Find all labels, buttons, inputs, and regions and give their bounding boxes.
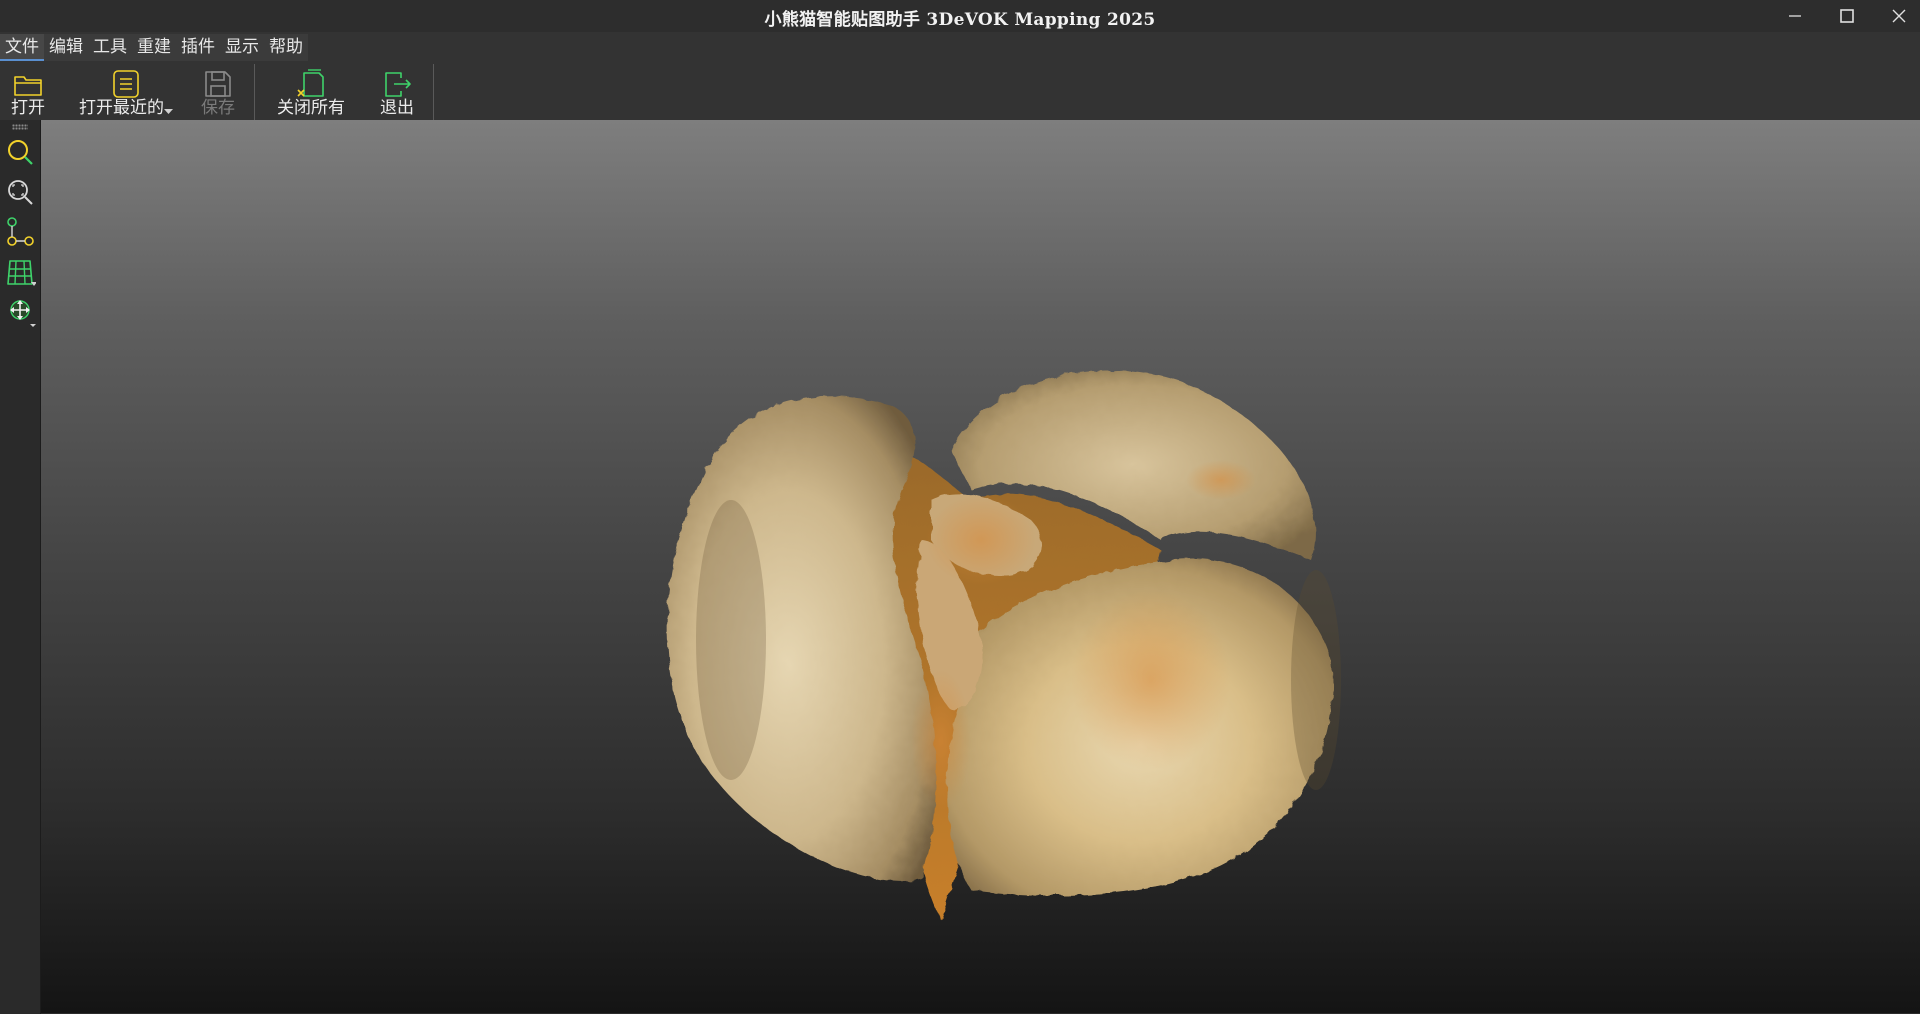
minimize-button[interactable]	[1770, 0, 1820, 32]
maximize-icon	[1840, 9, 1854, 23]
maximize-button[interactable]	[1822, 0, 1872, 32]
point-connect-button[interactable]	[2, 214, 38, 250]
close-all-button[interactable]: 关闭所有	[270, 62, 352, 120]
open-recent-label: 打开最近的	[74, 93, 178, 118]
zoom-fit-button[interactable]	[2, 174, 38, 210]
menu-rebuild[interactable]: 重建	[132, 34, 176, 61]
title-bar: 小熊猫智能贴图助手 3DeVOK Mapping 2025	[0, 0, 1920, 32]
mesh-grid-button[interactable]	[2, 254, 38, 290]
3d-viewport[interactable]	[41, 120, 1920, 1013]
menu-help[interactable]: 帮助	[264, 34, 308, 61]
close-all-label: 关闭所有	[277, 98, 345, 118]
mesh-grid-icon	[7, 260, 36, 286]
menu-file[interactable]: 文件	[0, 34, 44, 61]
zoom-icon	[8, 140, 33, 165]
open-label: 打开	[11, 98, 45, 118]
dropdown-arrow-icon	[164, 109, 173, 114]
open-recent-text: 打开最近的	[79, 98, 164, 118]
toolbar-grip[interactable]	[12, 124, 28, 130]
menu-tools[interactable]: 工具	[88, 34, 132, 61]
close-icon	[1892, 9, 1906, 23]
save-label: 保存	[201, 98, 235, 118]
toolbar-divider	[433, 64, 434, 120]
save-button[interactable]: 保存	[196, 62, 240, 120]
menu-display[interactable]: 显示	[220, 34, 264, 61]
textured-3d-model[interactable]	[41, 120, 1920, 1013]
close-button[interactable]	[1874, 0, 1920, 32]
menu-bar: 文件 编辑 工具 重建 插件 显示 帮助	[0, 32, 1920, 62]
window-title: 小熊猫智能贴图助手 3DeVOK Mapping 2025	[764, 10, 1156, 30]
toolbar-divider	[254, 64, 255, 120]
move-tool-button[interactable]	[2, 294, 38, 330]
left-tool-strip	[0, 120, 41, 1014]
open-button[interactable]: 打开	[4, 62, 52, 120]
main-toolbar: 打开 打开最近的 保存 关闭所有 退出	[0, 62, 1920, 120]
move-icon	[10, 300, 36, 327]
menu-edit[interactable]: 编辑	[44, 34, 88, 61]
point-connect-icon	[7, 217, 34, 246]
zoom-fit-icon	[8, 180, 33, 205]
open-recent-button[interactable]: 打开最近的	[74, 62, 178, 120]
menu-plugins[interactable]: 插件	[176, 34, 220, 61]
zoom-tool-button[interactable]	[2, 134, 38, 170]
exit-button[interactable]: 退出	[374, 62, 420, 120]
minimize-icon	[1789, 15, 1801, 17]
exit-label: 退出	[380, 98, 414, 118]
